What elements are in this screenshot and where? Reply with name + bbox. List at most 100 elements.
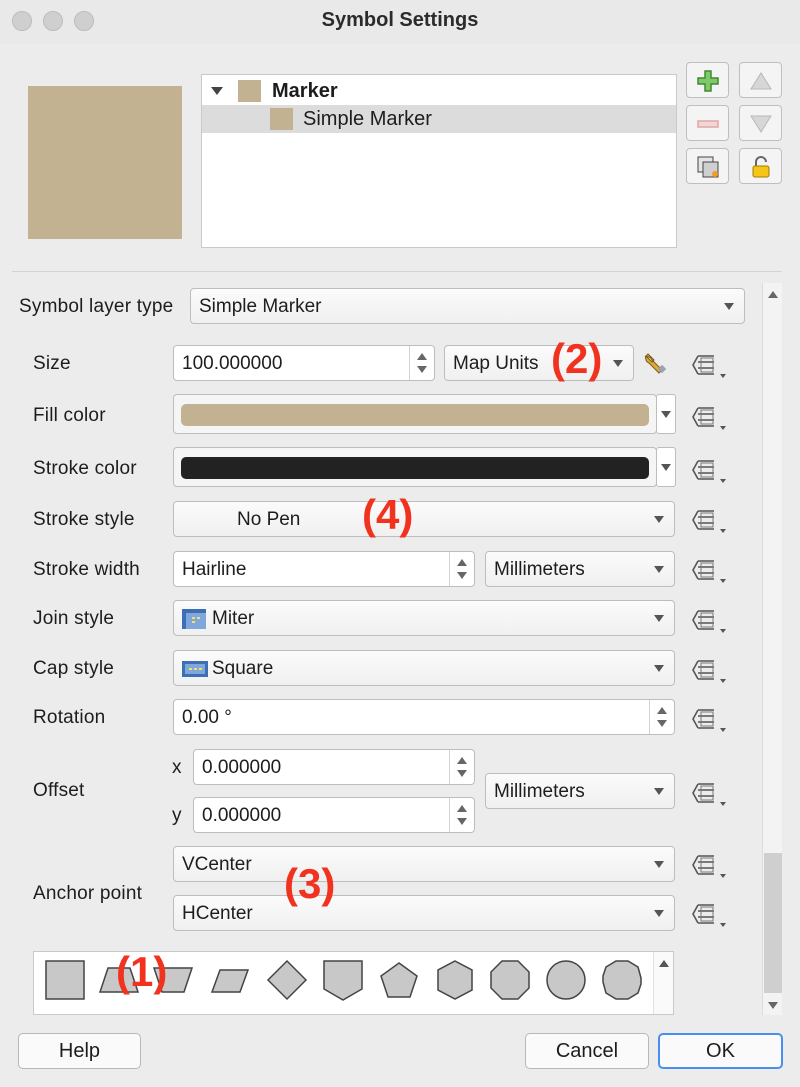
wrench-icon[interactable] (643, 350, 669, 376)
join-style-data-defined-button[interactable] (690, 605, 728, 637)
ok-button[interactable]: OK (658, 1033, 783, 1069)
size-unit-value: Map Units (453, 353, 539, 374)
lock-layer-button[interactable] (739, 148, 782, 184)
rotation-value: 0.00 ° (182, 707, 232, 728)
anchor-point-label: Anchor point (33, 883, 143, 904)
duplicate-layer-button[interactable] (686, 148, 729, 184)
anchor-vertical-value: VCenter (182, 854, 252, 875)
chevron-down-icon (654, 665, 664, 672)
stroke-color-data-defined-button[interactable] (690, 455, 728, 487)
shape-square-icon[interactable] (43, 958, 87, 1002)
stroke-width-value: Hairline (182, 559, 247, 580)
fill-color-button[interactable] (173, 394, 657, 434)
anchor-horizontal-value: HCenter (182, 903, 253, 924)
stroke-width-input[interactable]: Hairline (173, 551, 475, 587)
anchor-vertical-data-defined-button[interactable] (690, 850, 728, 882)
stroke-width-unit-select[interactable]: Millimeters (485, 551, 675, 587)
symbol-preview (28, 86, 182, 239)
chevron-down-icon (724, 303, 734, 310)
offset-y-stepper[interactable] (452, 801, 472, 829)
remove-layer-button[interactable] (686, 105, 729, 141)
shape-octagon-icon[interactable] (488, 958, 532, 1002)
move-up-icon (750, 72, 772, 90)
stroke-width-stepper[interactable] (452, 555, 472, 583)
offset-data-defined-button[interactable] (690, 778, 728, 810)
tree-item-label: Simple Marker (303, 108, 432, 130)
chevron-down-icon (654, 910, 664, 917)
stroke-width-data-defined-button[interactable] (690, 555, 728, 587)
symbol-layer-tree[interactable]: Marker Simple Marker (201, 74, 677, 248)
annotation-4: (4) (362, 491, 414, 538)
square-cap-icon (182, 661, 208, 677)
tree-item-marker[interactable]: Marker (202, 77, 676, 105)
stroke-style-select[interactable]: No Pen (173, 501, 675, 537)
shape-list-scrollbar[interactable] (653, 952, 673, 1014)
remove-layer-icon (697, 120, 719, 128)
shape-diamond-icon[interactable] (265, 958, 309, 1002)
data-defined-override-icon (692, 407, 726, 430)
help-button[interactable]: Help (18, 1033, 141, 1069)
anchor-horizontal-select[interactable]: HCenter (173, 895, 675, 931)
symbol-layer-type-value: Simple Marker (199, 296, 322, 317)
offset-x-input[interactable]: 0.000000 (193, 749, 475, 785)
stroke-color-swatch (181, 457, 649, 479)
shape-circle-icon[interactable] (544, 958, 588, 1002)
size-stepper[interactable] (412, 349, 432, 377)
data-defined-override-icon (692, 660, 726, 683)
fill-color-dropdown[interactable] (656, 394, 676, 434)
cap-style-label: Cap style (33, 658, 115, 679)
rotation-input[interactable]: 0.00 ° (173, 699, 675, 735)
simple-marker-swatch (270, 108, 293, 130)
rotation-label: Rotation (33, 707, 106, 728)
scroll-up-icon[interactable] (768, 291, 778, 298)
shape-parallelogram-icon[interactable] (208, 958, 252, 1002)
rotation-stepper[interactable] (652, 703, 672, 731)
tree-item-simple-marker[interactable]: Simple Marker (202, 105, 676, 133)
stroke-style-data-defined-button[interactable] (690, 505, 728, 537)
rotation-data-defined-button[interactable] (690, 704, 728, 736)
cap-style-select[interactable]: Square (173, 650, 675, 686)
marker-swatch (238, 80, 261, 102)
anchor-horizontal-data-defined-button[interactable] (690, 899, 728, 931)
offset-unit-value: Millimeters (494, 781, 585, 802)
size-unit-select[interactable]: Map Units (444, 345, 634, 381)
offset-y-input[interactable]: 0.000000 (193, 797, 475, 833)
settings-scrollbar[interactable] (762, 283, 782, 1015)
size-input[interactable]: 100.000000 (173, 345, 435, 381)
shape-hexagon-icon[interactable] (433, 958, 477, 1002)
offset-unit-select[interactable]: Millimeters (485, 773, 675, 809)
fill-color-data-defined-button[interactable] (690, 402, 728, 434)
symbol-layer-type-select[interactable]: Simple Marker (190, 288, 745, 324)
cap-style-data-defined-button[interactable] (690, 655, 728, 687)
stroke-width-unit-value: Millimeters (494, 559, 585, 580)
add-layer-button[interactable] (686, 62, 729, 98)
stroke-color-button[interactable] (173, 447, 657, 487)
shape-decagon-icon[interactable] (600, 958, 644, 1002)
scrollbar-thumb[interactable] (764, 853, 782, 993)
move-up-button[interactable] (739, 62, 782, 98)
stroke-width-label: Stroke width (33, 559, 140, 580)
data-defined-override-icon (692, 610, 726, 633)
shape-pentagon-icon[interactable] (377, 958, 421, 1002)
join-style-select[interactable]: Miter (173, 600, 675, 636)
separator (12, 271, 782, 272)
stroke-color-dropdown[interactable] (656, 447, 676, 487)
annotation-2: (2) (551, 335, 603, 382)
offset-y-label: y (172, 805, 182, 826)
expand-arrow-icon[interactable] (211, 87, 223, 97)
data-defined-override-icon (692, 510, 726, 533)
data-defined-override-icon (692, 783, 726, 806)
shape-shield-icon[interactable] (321, 958, 365, 1002)
size-value: 100.000000 (182, 353, 283, 374)
scroll-down-icon[interactable] (768, 1002, 778, 1009)
size-data-defined-button[interactable] (690, 350, 728, 382)
cap-style-value: Square (212, 658, 274, 679)
cancel-button[interactable]: Cancel (525, 1033, 649, 1069)
anchor-vertical-select[interactable]: VCenter (173, 846, 675, 882)
stroke-style-value: No Pen (237, 509, 301, 530)
divider (449, 798, 450, 832)
offset-x-stepper[interactable] (452, 753, 472, 781)
divider (449, 750, 450, 784)
move-down-button[interactable] (739, 105, 782, 141)
offset-x-label: x (172, 757, 182, 778)
